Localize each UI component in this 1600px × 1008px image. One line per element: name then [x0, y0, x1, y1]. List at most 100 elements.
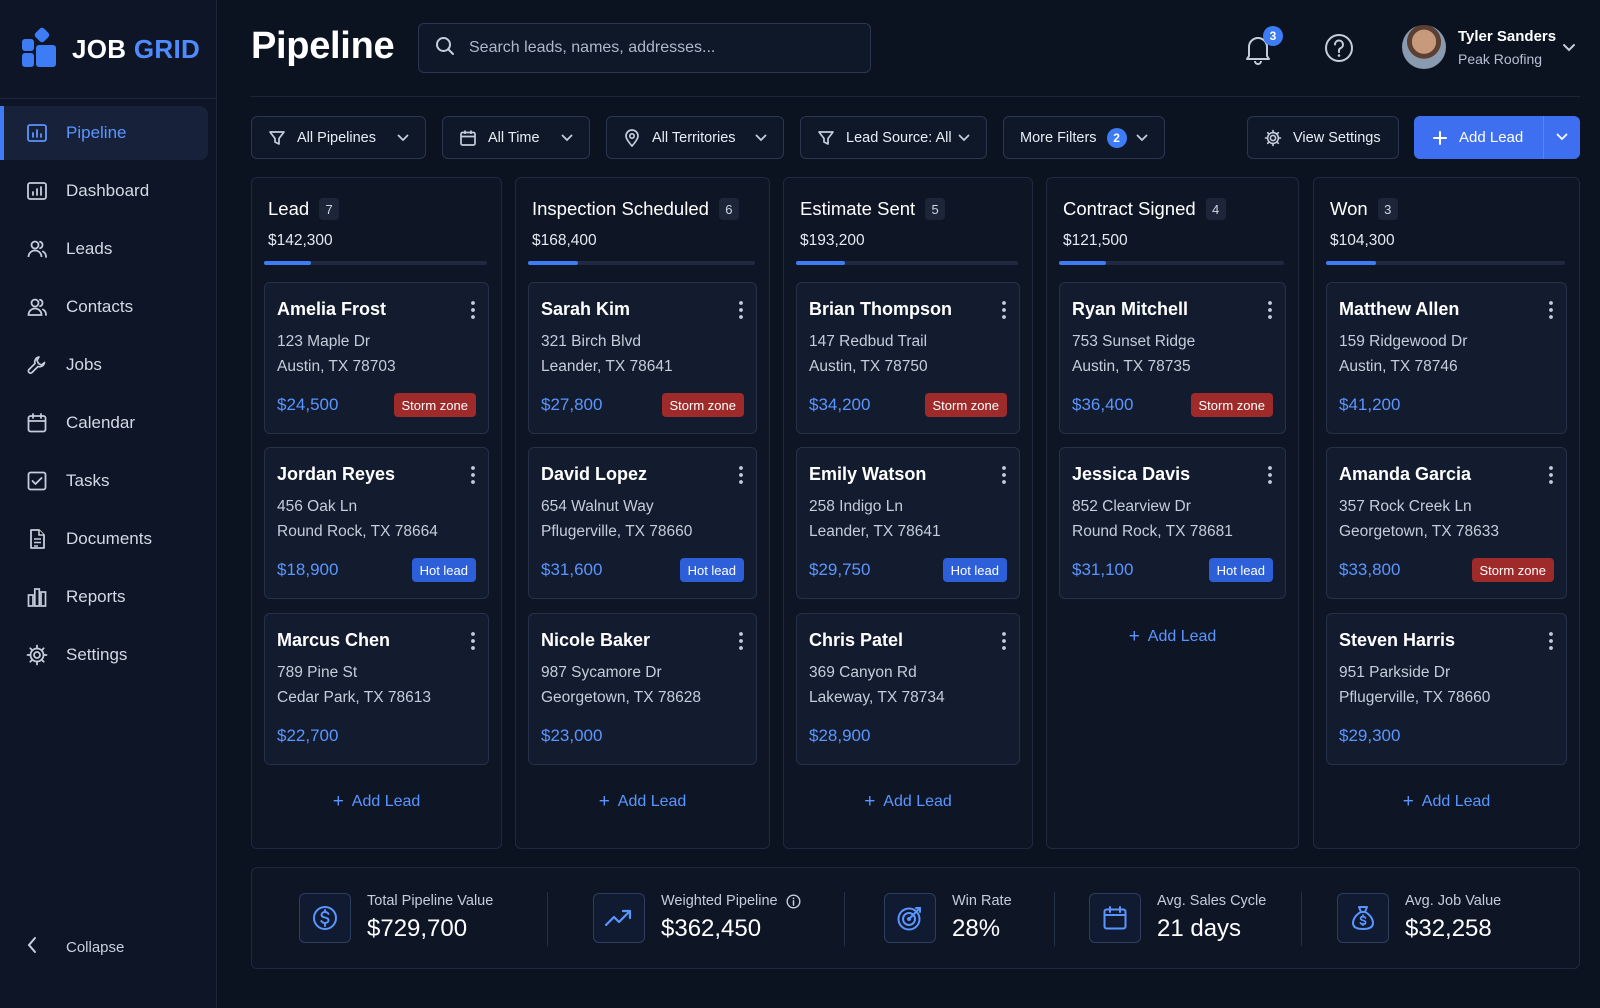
column-progress-fill: [796, 261, 845, 265]
filter-pipelines[interactable]: All Pipelines: [251, 116, 426, 159]
stat-total-pipeline-value: Total Pipeline Value $729,700: [299, 868, 493, 968]
avatar[interactable]: [1402, 25, 1446, 69]
view-settings-button[interactable]: View Settings: [1247, 116, 1399, 159]
sidebar-item-documents[interactable]: Documents: [0, 512, 208, 566]
more-vertical-icon[interactable]: [1267, 300, 1273, 320]
lead-card[interactable]: Ryan Mitchell 753 Sunset Ridge Austin, T…: [1059, 282, 1286, 434]
lead-card[interactable]: Jordan Reyes 456 Oak Ln Round Rock, TX 7…: [264, 447, 489, 599]
more-vertical-icon[interactable]: [1001, 465, 1007, 485]
lead-address-street: 321 Birch Blvd: [541, 333, 641, 350]
lead-address-city: Round Rock, TX 78681: [1072, 523, 1233, 540]
lead-name: Brian Thompson: [809, 299, 952, 319]
target-icon: [884, 893, 936, 943]
status-badge: Storm zone: [661, 393, 744, 417]
info-icon[interactable]: [786, 893, 801, 909]
sidebar-item-reports[interactable]: Reports: [0, 570, 208, 624]
more-vertical-icon[interactable]: [1001, 631, 1007, 651]
chevron-down-icon[interactable]: [1556, 133, 1568, 141]
lead-card[interactable]: Chris Patel 369 Canyon Rd Lakeway, TX 78…: [796, 613, 1020, 765]
more-vertical-icon[interactable]: [738, 300, 744, 320]
help-icon[interactable]: [1324, 33, 1354, 63]
sidebar-item-settings[interactable]: Settings: [0, 628, 208, 682]
sidebar-item-calendar[interactable]: Calendar: [0, 396, 208, 450]
column-progress-fill: [528, 261, 578, 265]
lead-address-city: Lakeway, TX 78734: [809, 689, 945, 706]
more-vertical-icon[interactable]: [1267, 465, 1273, 485]
lead-name: David Lopez: [541, 464, 648, 484]
calendar-icon: [26, 412, 48, 434]
lead-card[interactable]: Amelia Frost 123 Maple Dr Austin, TX 787…: [264, 282, 489, 434]
sidebar-item-jobs[interactable]: Jobs: [0, 338, 208, 392]
more-vertical-icon[interactable]: [1548, 465, 1554, 485]
sidebar-item-label: Contacts: [66, 297, 134, 316]
more-vertical-icon[interactable]: [1548, 631, 1554, 651]
lead-card[interactable]: Sarah Kim 321 Birch Blvd Leander, TX 786…: [528, 282, 757, 434]
chevron-down-icon[interactable]: [1562, 40, 1576, 58]
sidebar-item-dashboard[interactable]: Dashboard: [0, 164, 208, 218]
lead-card[interactable]: Matthew Allen 159 Ridgewood Dr Austin, T…: [1326, 282, 1567, 434]
lead-card[interactable]: Amanda Garcia 357 Rock Creek Ln Georgeto…: [1326, 447, 1567, 599]
lead-card[interactable]: Emily Watson 258 Indigo Ln Leander, TX 7…: [796, 447, 1020, 599]
lead-address-street: 159 Ridgewood Dr: [1339, 333, 1468, 350]
more-vertical-icon[interactable]: [470, 631, 476, 651]
column-contract-signed: Contract Signed 4 $121,500 Ryan Mitchell…: [1046, 177, 1299, 849]
sidebar-item-label: Documents: [66, 529, 152, 548]
lead-card[interactable]: Marcus Chen 789 Pine St Cedar Park, TX 7…: [264, 613, 489, 765]
filter-lead-source[interactable]: Lead Source: All: [800, 116, 987, 159]
pipeline-icon: [26, 122, 48, 144]
sidebar: JOB GRID ROOFING SALES CRM Pipeline Dashb…: [0, 0, 217, 1008]
user-org: Peak Roofing: [1458, 51, 1543, 67]
more-vertical-icon[interactable]: [1548, 300, 1554, 320]
logo[interactable]: JOB GRID ROOFING SALES CRM: [22, 26, 200, 158]
stat-avg-sales-cycle: Avg. Sales Cycle 21 days: [1089, 868, 1266, 968]
sidebar-item-label: Dashboard: [66, 181, 150, 200]
add-lead-link[interactable]: + Add Lead: [1047, 625, 1298, 649]
add-lead-button[interactable]: Add Lead: [1414, 116, 1580, 159]
add-lead-link[interactable]: + Add Lead: [516, 790, 769, 814]
lead-card[interactable]: Steven Harris 951 Parkside Dr Pflugervil…: [1326, 613, 1567, 765]
lead-address-city: Georgetown, TX 78628: [541, 689, 701, 706]
lead-address-city: Austin, TX 78735: [1072, 358, 1191, 375]
filter-time[interactable]: All Time: [442, 116, 590, 159]
add-lead-label: Add Lead: [617, 793, 687, 810]
lead-name: Jessica Davis: [1072, 464, 1191, 484]
collapse-button[interactable]: Collapse: [26, 936, 124, 958]
filter-territories[interactable]: All Territories: [606, 116, 784, 159]
more-vertical-icon[interactable]: [470, 300, 476, 320]
more-vertical-icon[interactable]: [738, 465, 744, 485]
sidebar-item-contacts[interactable]: Contacts: [0, 280, 208, 334]
add-lead-label: Add Lead: [1459, 129, 1524, 146]
column-lead: Lead 7 $142,300 Amelia Frost 123 Maple D…: [251, 177, 502, 849]
sidebar-item-leads[interactable]: Leads: [0, 222, 208, 276]
filter-label: All Time: [488, 129, 540, 146]
lead-card[interactable]: Brian Thompson 147 Redbud Trail Austin, …: [796, 282, 1020, 434]
lead-name: Amelia Frost: [277, 299, 387, 319]
more-vertical-icon[interactable]: [1001, 300, 1007, 320]
column-count: 7: [319, 198, 340, 220]
lead-name: Chris Patel: [809, 630, 904, 650]
stat-value: $729,700: [367, 915, 468, 942]
add-lead-link[interactable]: + Add Lead: [1314, 790, 1579, 814]
search-input[interactable]: [469, 39, 849, 57]
lead-card[interactable]: Nicole Baker 987 Sycamore Dr Georgetown,…: [528, 613, 757, 765]
search-bar[interactable]: [418, 23, 871, 73]
lead-address-street: 951 Parkside Dr: [1339, 664, 1451, 681]
stat-label: Total Pipeline Value: [367, 893, 494, 909]
divider: [1054, 892, 1055, 946]
column-progress: [264, 261, 487, 265]
stats-bar: Total Pipeline Value $729,700 Weighted P…: [251, 867, 1580, 969]
more-vertical-icon[interactable]: [738, 631, 744, 651]
more-vertical-icon[interactable]: [470, 465, 476, 485]
more-filters-button[interactable]: More Filters 2: [1003, 116, 1165, 159]
sidebar-item-pipeline[interactable]: Pipeline: [0, 106, 208, 160]
chevron-down-icon: [1136, 134, 1148, 142]
column-total: $121,500: [1063, 232, 1128, 249]
calendar-icon: [1089, 893, 1141, 943]
stat-value: 28%: [952, 915, 1001, 942]
add-lead-link[interactable]: + Add Lead: [252, 790, 501, 814]
lead-card[interactable]: Jessica Davis 852 Clearview Dr Round Roc…: [1059, 447, 1286, 599]
sidebar-item-tasks[interactable]: Tasks: [0, 454, 208, 508]
add-lead-link[interactable]: + Add Lead: [784, 790, 1032, 814]
lead-card[interactable]: David Lopez 654 Walnut Way Pflugerville,…: [528, 447, 757, 599]
user-name[interactable]: Tyler Sanders: [1458, 28, 1556, 45]
